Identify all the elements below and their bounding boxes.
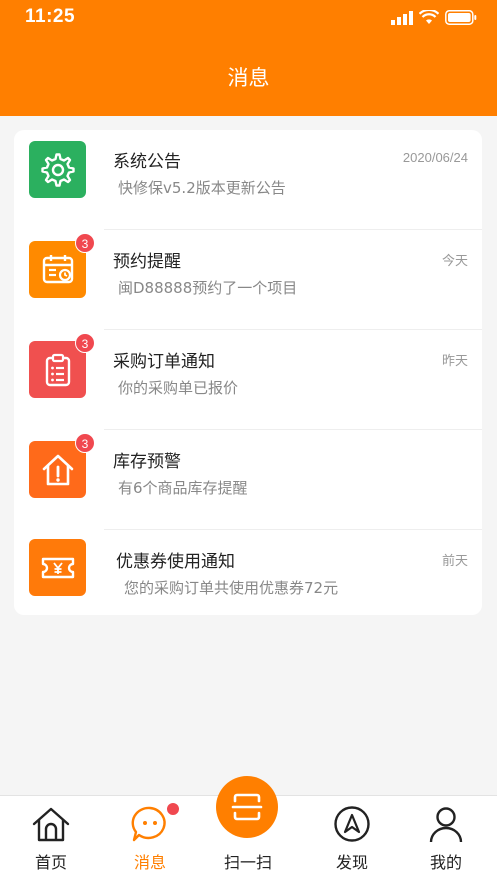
unread-badge: 3 [75, 333, 95, 353]
message-subtitle: 你的采购单已报价 [118, 379, 239, 397]
message-subtitle: 您的采购订单共使用优惠券72元 [124, 579, 339, 597]
wifi-icon [419, 10, 439, 24]
tab-label: 扫一扫 [223, 853, 272, 872]
message-subtitle: 快修保v5.2版本更新公告 [118, 179, 286, 197]
unread-dot [166, 802, 180, 816]
header: 11:25 消息 [0, 0, 497, 116]
clipboard-icon [45, 353, 70, 386]
tab-me[interactable]: 我的 [406, 796, 486, 883]
calendar-icon [42, 254, 73, 283]
message-icon-box [29, 539, 86, 596]
status-icons [391, 10, 477, 25]
tab-label: 首页 [34, 853, 67, 872]
tab-label: 消息 [133, 853, 166, 872]
message-title: 系统公告 [113, 152, 181, 172]
message-time: 今天 [441, 253, 468, 268]
message-item-appointment[interactable]: 3 预约提醒 闽D88888预约了一个项目 今天 [14, 230, 482, 330]
message-list: 系统公告 快修保v5.2版本更新公告 2020/06/24 3 预约提醒 闽D8… [14, 130, 482, 615]
message-time: 昨天 [441, 353, 468, 368]
message-item-purchase-order[interactable]: 3 采购订单通知 你的采购单已报价 昨天 [14, 330, 482, 430]
battery-icon [445, 10, 477, 25]
status-time: 11:25 [25, 6, 76, 27]
message-subtitle: 有6个商品库存提醒 [118, 479, 248, 497]
message-time: 2020/06/24 [402, 150, 468, 165]
scan-icon [231, 793, 263, 821]
signal-icon [391, 10, 413, 25]
tab-label: 我的 [429, 853, 462, 872]
gear-icon [40, 152, 75, 187]
tab-scan[interactable]: 扫一扫 [198, 776, 298, 883]
unread-badge: 3 [75, 233, 95, 253]
scan-button[interactable] [216, 776, 278, 838]
message-title: 采购订单通知 [113, 352, 215, 372]
message-icon-box [29, 141, 86, 198]
tab-bar: 首页 消息 扫一扫 发现 我的 [0, 776, 497, 883]
house-alert-icon [42, 454, 73, 485]
page-title: 消息 [227, 66, 270, 90]
message-title: 库存预警 [113, 452, 181, 472]
message-item-system[interactable]: 系统公告 快修保v5.2版本更新公告 2020/06/24 [14, 130, 482, 230]
message-subtitle: 闽D88888预约了一个项目 [118, 279, 298, 297]
tab-discover[interactable]: 发现 [312, 796, 392, 883]
message-time: 前天 [441, 553, 468, 568]
coupon-icon [41, 557, 74, 578]
home-icon [32, 807, 70, 842]
message-title: 优惠券使用通知 [116, 552, 235, 572]
compass-icon [334, 806, 370, 842]
message-item-coupon[interactable]: 优惠券使用通知 您的采购订单共使用优惠券72元 前天 [14, 530, 482, 615]
user-icon [429, 807, 463, 843]
chat-icon [131, 806, 166, 842]
tab-label: 发现 [335, 853, 368, 872]
unread-badge: 3 [75, 433, 95, 453]
status-bar: 11:25 [0, 0, 497, 38]
message-title: 预约提醒 [113, 252, 181, 272]
tab-home[interactable]: 首页 [11, 796, 91, 883]
message-item-inventory[interactable]: 3 库存预警 有6个商品库存提醒 [14, 430, 482, 530]
